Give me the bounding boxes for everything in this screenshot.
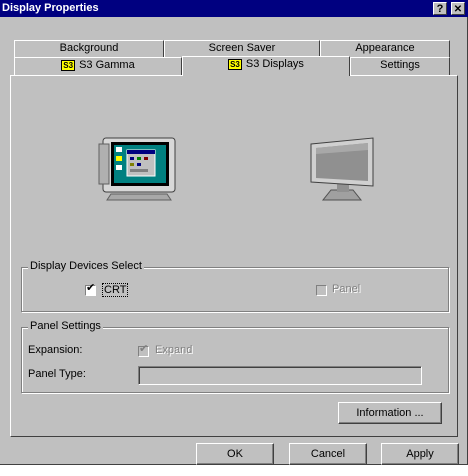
- tab-s3-displays[interactable]: S3 S3 Displays: [182, 56, 350, 76]
- cancel-button[interactable]: Cancel: [289, 443, 367, 465]
- tab-appearance[interactable]: Appearance: [320, 40, 450, 57]
- display-devices-group-title: Display Devices Select: [28, 260, 144, 272]
- flat-panel-monitor-icon: [310, 137, 374, 201]
- s3-logo-icon: S3: [61, 59, 76, 71]
- help-button[interactable]: ?: [433, 2, 447, 15]
- tab-screen-saver[interactable]: Screen Saver: [164, 40, 320, 57]
- panel-type-field[interactable]: [138, 366, 422, 385]
- window-title: Display Properties: [2, 2, 99, 14]
- tab-s3-displays-label: S3 Displays: [245, 58, 304, 70]
- crt-monitor-icon: [98, 137, 176, 201]
- tab-panel: Display Devices Select ✔ CRT Panel Panel…: [10, 75, 458, 437]
- panel-settings-group-title: Panel Settings: [28, 320, 103, 332]
- close-button[interactable]: ✕: [451, 2, 465, 15]
- check-icon: ✔: [86, 282, 96, 294]
- panel-label: Panel: [332, 283, 361, 295]
- tab-s3-gamma-label: S3 Gamma: [79, 59, 135, 71]
- apply-button[interactable]: Apply: [381, 443, 459, 465]
- tab-background[interactable]: Background: [14, 40, 164, 57]
- tab-appearance-label: Appearance: [355, 42, 415, 54]
- tab-background-label: Background: [59, 42, 119, 54]
- tab-settings[interactable]: Settings: [350, 57, 450, 75]
- tab-settings-label: Settings: [380, 59, 420, 71]
- check-icon: ✔: [139, 343, 149, 355]
- expand-checkbox[interactable]: ✔: [138, 343, 149, 357]
- s3-logo-icon: S3: [228, 58, 242, 70]
- crt-checkbox[interactable]: ✔: [85, 282, 96, 296]
- panel-type-label: Panel Type:: [28, 368, 86, 380]
- display-properties-window: Display Properties ? ✕ Background Screen…: [0, 0, 468, 465]
- crt-label[interactable]: CRT: [102, 283, 129, 297]
- expand-label: Expand: [155, 344, 193, 356]
- tab-screen-saver-label: Screen Saver: [208, 42, 276, 54]
- ok-button[interactable]: OK: [196, 443, 274, 465]
- information-button[interactable]: Information ...: [338, 402, 442, 424]
- expansion-label: Expansion:: [28, 344, 83, 356]
- panel-settings-group: Panel Settings Expansion: ✔ Expand Panel…: [21, 320, 449, 393]
- tab-s3-gamma[interactable]: S3 S3 Gamma: [14, 57, 182, 75]
- display-devices-group: Display Devices Select ✔ CRT Panel: [21, 260, 449, 312]
- panel-checkbox[interactable]: [316, 285, 327, 296]
- title-bar[interactable]: Display Properties ? ✕: [0, 0, 468, 17]
